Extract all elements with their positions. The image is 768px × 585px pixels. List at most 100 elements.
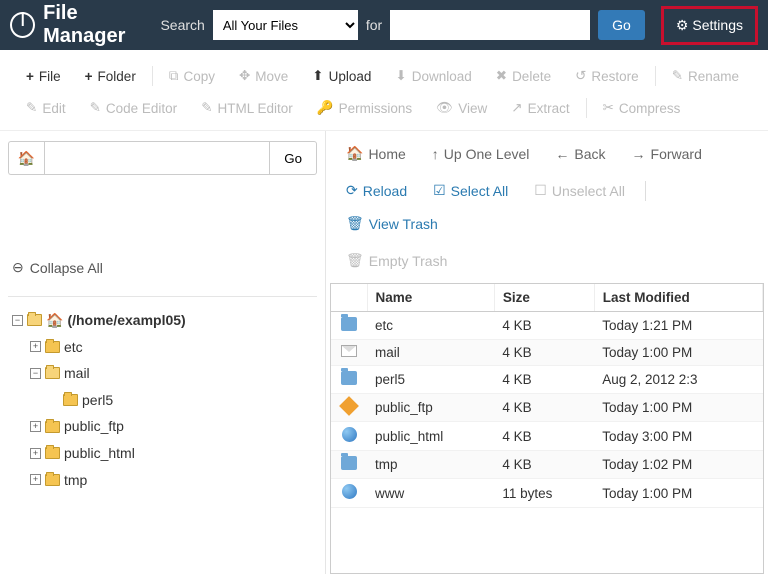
- back-icon: ←: [555, 146, 569, 162]
- cell-modified: Today 1:21 PM: [594, 312, 762, 340]
- rename-icon: ✎: [672, 68, 683, 84]
- tree-item-perl5[interactable]: perl5: [48, 387, 317, 414]
- tree-item-etc[interactable]: +etc: [30, 334, 317, 361]
- globe-icon: [342, 484, 357, 499]
- folder-icon: [45, 474, 60, 486]
- compress-button[interactable]: ✂Compress: [591, 92, 693, 124]
- tree-root[interactable]: − 🏠 (/home/exampl05): [12, 307, 317, 334]
- tree-item-mail[interactable]: −mail: [30, 360, 317, 387]
- cell-size: 4 KB: [494, 340, 594, 366]
- new-folder-button[interactable]: +Folder: [73, 60, 148, 92]
- view-trash-button[interactable]: 🗑View Trash: [336, 209, 448, 238]
- delete-button[interactable]: ✖Delete: [484, 60, 563, 92]
- tree-item-public_ftp[interactable]: +public_ftp: [30, 413, 317, 440]
- folder-icon: [27, 314, 42, 326]
- trash-icon: 🗑: [346, 215, 364, 232]
- eye-icon: 👁: [436, 100, 453, 116]
- tree-item-label: public_html: [64, 440, 135, 467]
- folder-icon: [45, 367, 60, 379]
- cell-modified: Today 3:00 PM: [594, 422, 762, 451]
- cell-name: public_ftp: [367, 394, 494, 422]
- empty-trash-button[interactable]: 🗑Empty Trash: [336, 246, 457, 275]
- expander-plus-icon[interactable]: +: [30, 341, 41, 352]
- nav-up-button[interactable]: ↑Up One Level: [422, 140, 540, 168]
- select-all-button[interactable]: ☑Select All: [423, 176, 518, 205]
- search-input[interactable]: [390, 10, 590, 40]
- cell-name: perl5: [367, 366, 494, 394]
- col-size[interactable]: Size: [494, 284, 594, 312]
- main-toolbar: +File +Folder ⧉Copy ✥Move ⬆Upload ⬇Downl…: [0, 50, 768, 131]
- table-row[interactable]: tmp4 KBToday 1:02 PM: [331, 451, 763, 479]
- globe-icon: [342, 427, 357, 442]
- code-editor-button[interactable]: ✎Code Editor: [78, 92, 190, 124]
- reload-icon: ⟳: [346, 182, 358, 199]
- new-file-button[interactable]: +File: [14, 60, 73, 92]
- search-scope-select[interactable]: All Your Files: [213, 10, 358, 40]
- collapse-icon: ⊖: [12, 259, 24, 276]
- mail-icon: [341, 345, 357, 357]
- cell-size: 4 KB: [494, 312, 594, 340]
- panel-toolbar-row3: 🗑Empty Trash: [326, 246, 768, 283]
- expander-minus-icon[interactable]: −: [12, 315, 23, 326]
- extract-button[interactable]: ↗Extract: [499, 92, 581, 124]
- home-icon: 🏠: [18, 150, 35, 167]
- html-editor-button[interactable]: ✎HTML Editor: [189, 92, 305, 124]
- cell-size: 4 KB: [494, 422, 594, 451]
- nav-back-button[interactable]: ←Back: [545, 140, 615, 168]
- path-input[interactable]: [44, 141, 270, 175]
- tree-item-tmp[interactable]: + tmp: [30, 467, 317, 494]
- expander-plus-icon[interactable]: +: [30, 448, 41, 459]
- copy-button[interactable]: ⧉Copy: [157, 60, 227, 92]
- gear-icon: ⚙: [676, 17, 689, 34]
- expander-plus-icon[interactable]: +: [30, 474, 41, 485]
- table-row[interactable]: www11 bytesToday 1:00 PM: [331, 479, 763, 508]
- path-go-button[interactable]: Go: [270, 141, 317, 175]
- rename-button[interactable]: ✎Rename: [660, 60, 751, 92]
- home-icon: 🏠: [46, 307, 63, 334]
- expander-plus-icon[interactable]: +: [30, 421, 41, 432]
- download-button[interactable]: ⬇Download: [383, 60, 483, 92]
- upload-button[interactable]: ⬆Upload: [300, 60, 383, 92]
- upload-icon: ⬆: [312, 68, 323, 84]
- search-go-button[interactable]: Go: [598, 10, 645, 40]
- compress-icon: ✂: [603, 100, 614, 116]
- file-table-container: Name Size Last Modified etc4 KBToday 1:2…: [330, 283, 764, 574]
- settings-button[interactable]: ⚙ Settings: [666, 11, 753, 40]
- folder-icon: [341, 456, 357, 470]
- download-icon: ⬇: [395, 68, 406, 84]
- move-button[interactable]: ✥Move: [227, 60, 300, 92]
- col-icon[interactable]: [331, 284, 367, 312]
- restore-button[interactable]: ↺Restore: [563, 60, 651, 92]
- nav-home-button[interactable]: 🏠Home: [336, 139, 416, 168]
- check-icon: ☑: [433, 182, 446, 199]
- view-button[interactable]: 👁View: [424, 92, 499, 124]
- path-row: 🏠 Go: [8, 141, 317, 175]
- table-row[interactable]: perl54 KBAug 2, 2012 2:3: [331, 366, 763, 394]
- table-row[interactable]: public_html4 KBToday 3:00 PM: [331, 422, 763, 451]
- cell-name: public_html: [367, 422, 494, 451]
- collapse-all-button[interactable]: ⊖ Collapse All: [8, 245, 317, 290]
- folder-icon: [63, 394, 78, 406]
- folder-tree: − 🏠 (/home/exampl05) +etc−mailperl5+publ…: [8, 307, 317, 493]
- table-row[interactable]: etc4 KBToday 1:21 PM: [331, 312, 763, 340]
- expander-minus-icon[interactable]: −: [30, 368, 41, 379]
- move-icon: ✥: [239, 68, 250, 84]
- permissions-button[interactable]: 🔑Permissions: [305, 92, 424, 124]
- home-path-button[interactable]: 🏠: [8, 141, 44, 175]
- nav-forward-button[interactable]: →Forward: [622, 140, 712, 168]
- expander-plus-icon: [48, 395, 59, 406]
- sidebar: 🏠 Go ⊖ Collapse All − 🏠 (/home/exampl05)…: [0, 131, 325, 574]
- edit-icon: ✎: [26, 100, 37, 116]
- col-name[interactable]: Name: [367, 284, 494, 312]
- folder-icon: [341, 371, 357, 385]
- table-row[interactable]: mail4 KBToday 1:00 PM: [331, 340, 763, 366]
- reload-button[interactable]: ⟳Reload: [336, 176, 417, 205]
- edit-button[interactable]: ✎Edit: [14, 92, 78, 124]
- panel-toolbar-row2: ⟳Reload ☑Select All ☐Unselect All 🗑View …: [326, 176, 768, 246]
- unselect-all-button[interactable]: ☐Unselect All: [524, 176, 635, 205]
- table-row[interactable]: public_ftp4 KBToday 1:00 PM: [331, 394, 763, 422]
- tree-item-label: tmp: [64, 467, 87, 494]
- tree-item-public_html[interactable]: + public_html: [30, 440, 317, 467]
- col-modified[interactable]: Last Modified: [594, 284, 762, 312]
- plus-icon: +: [26, 69, 34, 84]
